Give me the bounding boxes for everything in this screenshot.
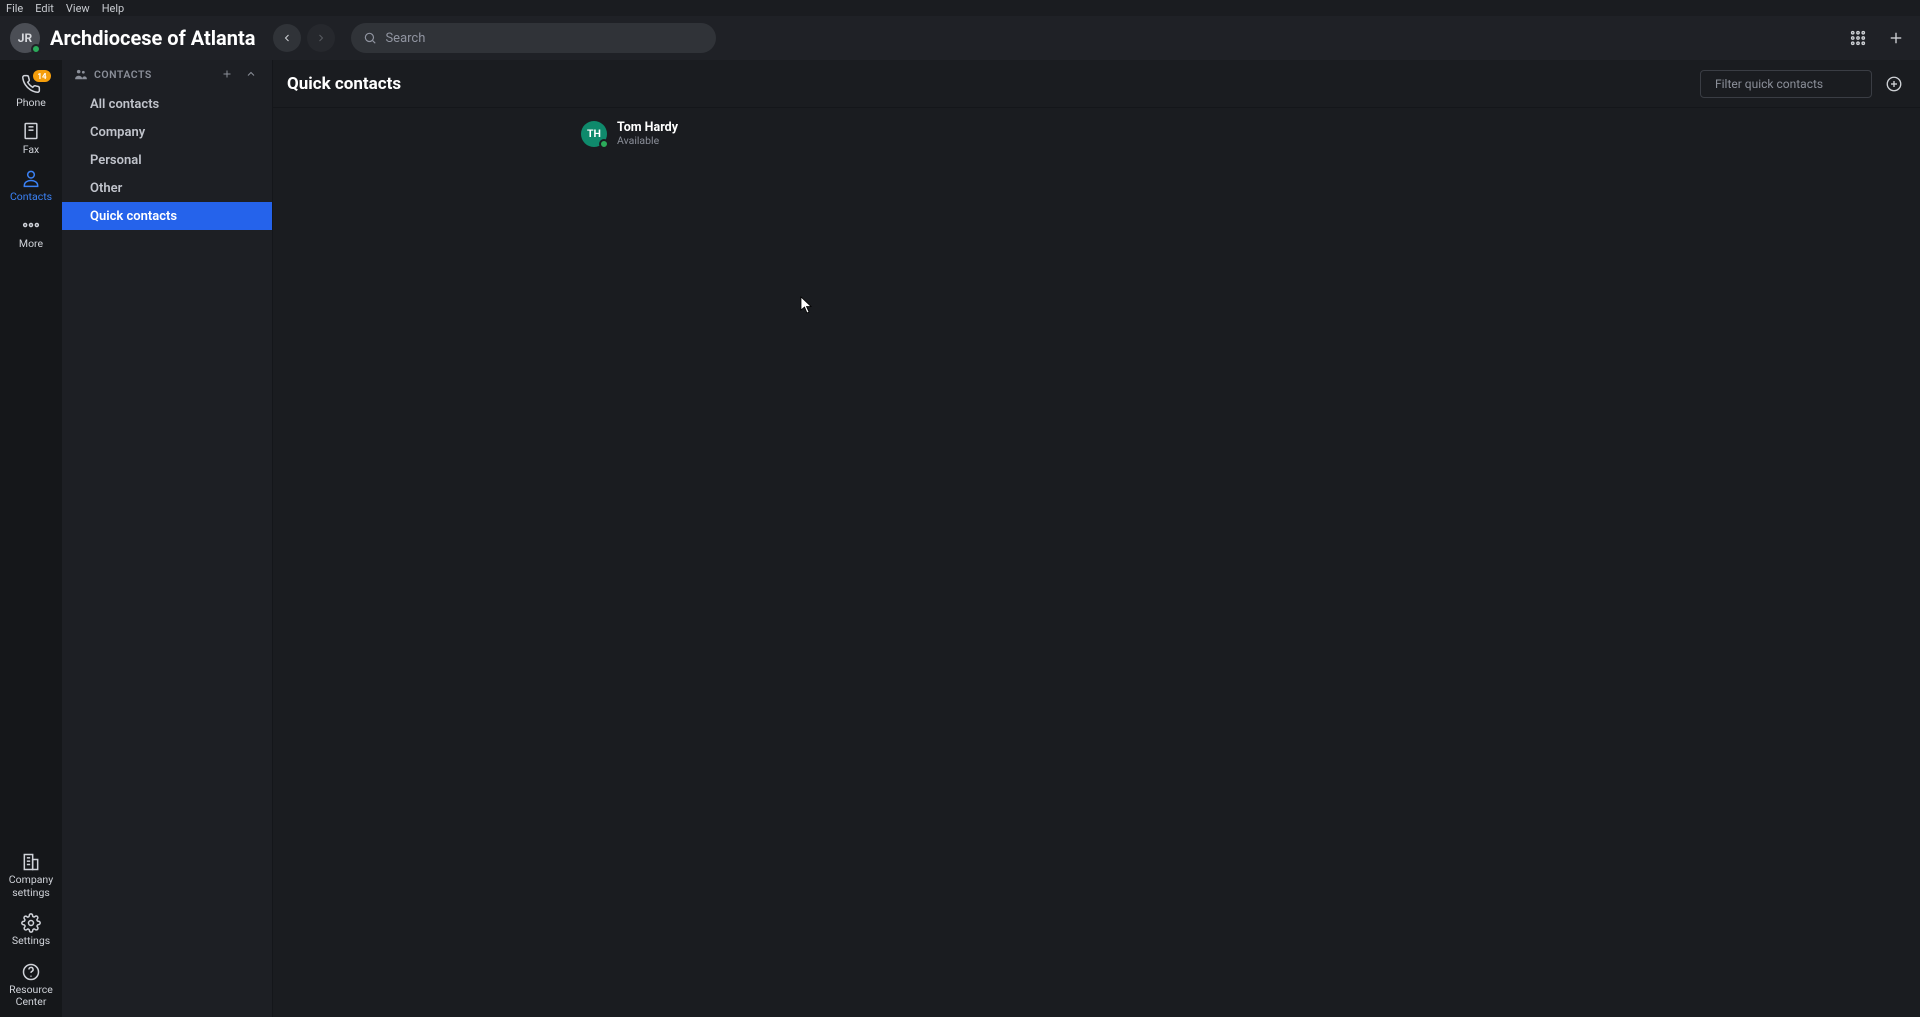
dialpad-icon <box>1849 29 1867 47</box>
presence-indicator <box>599 139 609 149</box>
rail-item-more[interactable]: More <box>3 209 59 256</box>
contacts-nav: CONTACTS All contacts Company Personal O… <box>62 60 273 1017</box>
plus-icon <box>221 68 233 80</box>
rail-item-contacts[interactable]: Contacts <box>3 162 59 209</box>
rail-item-phone[interactable]: 14 Phone <box>3 68 59 115</box>
search-icon <box>363 31 377 45</box>
rail-item-company-settings[interactable]: Company settings <box>3 846 59 907</box>
plus-icon <box>1887 29 1905 47</box>
menu-file[interactable]: File <box>6 2 23 15</box>
app-header: JR Archdiocese of Atlanta <box>0 16 1920 60</box>
contacts-add-button[interactable] <box>218 65 236 83</box>
header-add-button[interactable] <box>1882 24 1910 52</box>
contact-avatar: TH <box>581 121 607 147</box>
org-title: Archdiocese of Atlanta <box>50 26 255 50</box>
building-icon <box>21 852 41 872</box>
contact-name: Tom Hardy <box>617 120 678 135</box>
contacts-collapse-button[interactable] <box>242 65 260 83</box>
rail-label-contacts: Contacts <box>10 190 52 203</box>
main-header: Quick contacts <box>273 60 1920 108</box>
rail-item-settings[interactable]: Settings <box>3 907 59 956</box>
dialpad-button[interactable] <box>1844 24 1872 52</box>
rail-label-settings: Settings <box>12 935 50 948</box>
contact-text: Tom Hardy Available <box>617 120 678 148</box>
menu-help[interactable]: Help <box>102 2 125 15</box>
filter-input[interactable] <box>1715 77 1871 91</box>
menubar: File Edit View Help <box>0 0 1920 16</box>
contact-list: TH Tom Hardy Available <box>273 108 1920 1017</box>
chevron-left-icon <box>281 32 293 44</box>
rail-item-fax[interactable]: Fax <box>3 115 59 162</box>
nav-item-company[interactable]: Company <box>62 118 272 146</box>
fax-icon <box>21 121 41 141</box>
nav-item-label: Other <box>90 181 122 196</box>
chevron-right-icon <box>315 32 327 44</box>
gear-icon <box>21 913 41 933</box>
contacts-nav-header: CONTACTS <box>62 60 272 88</box>
search-input[interactable] <box>385 31 704 46</box>
nav-item-personal[interactable]: Personal <box>62 146 272 174</box>
nav-item-label: Company <box>90 125 145 140</box>
more-icon <box>21 215 41 235</box>
chevron-up-icon <box>245 68 257 80</box>
menu-edit[interactable]: Edit <box>35 2 54 15</box>
body: 14 Phone Fax Contacts More Company setti… <box>0 60 1920 1017</box>
rail-label-more: More <box>19 237 43 250</box>
rail-label-phone: Phone <box>16 96 46 109</box>
people-icon <box>74 67 88 81</box>
user-avatar[interactable]: JR <box>10 23 40 53</box>
nav-item-other[interactable]: Other <box>62 174 272 202</box>
nav-item-quick-contacts[interactable]: Quick contacts <box>62 202 272 230</box>
phone-badge: 14 <box>33 70 51 82</box>
nav-forward-button <box>307 24 335 52</box>
contact-status: Available <box>617 135 678 148</box>
contacts-icon <box>21 168 41 188</box>
rail-item-resource-center[interactable]: Resource Center <box>3 956 59 1017</box>
add-quick-contact-button[interactable] <box>1882 72 1906 96</box>
filter-box[interactable] <box>1700 70 1872 98</box>
plus-circle-icon <box>1885 75 1903 93</box>
contacts-nav-list: All contacts Company Personal Other Quic… <box>62 88 272 230</box>
nav-item-all-contacts[interactable]: All contacts <box>62 90 272 118</box>
help-icon <box>21 962 41 982</box>
presence-indicator <box>31 44 41 54</box>
nav-item-label: Quick contacts <box>90 209 177 224</box>
contact-avatar-initials: TH <box>587 127 601 140</box>
contact-row[interactable]: TH Tom Hardy Available <box>273 116 1920 152</box>
nav-item-label: All contacts <box>90 97 159 112</box>
user-avatar-initials: JR <box>18 31 32 45</box>
nav-item-label: Personal <box>90 153 142 168</box>
rail-label-resource-center: Resource Center <box>9 984 53 1009</box>
main-panel: Quick contacts TH Tom Hardy Available <box>273 60 1920 1017</box>
menu-view[interactable]: View <box>66 2 90 15</box>
search-box[interactable] <box>351 23 716 53</box>
page-title: Quick contacts <box>287 74 401 94</box>
rail-label-company-settings: Company settings <box>9 874 53 899</box>
nav-arrows <box>273 24 335 52</box>
nav-back-button[interactable] <box>273 24 301 52</box>
rail-label-fax: Fax <box>23 143 40 156</box>
left-rail: 14 Phone Fax Contacts More Company setti… <box>0 60 62 1017</box>
contacts-nav-title: CONTACTS <box>94 68 152 81</box>
